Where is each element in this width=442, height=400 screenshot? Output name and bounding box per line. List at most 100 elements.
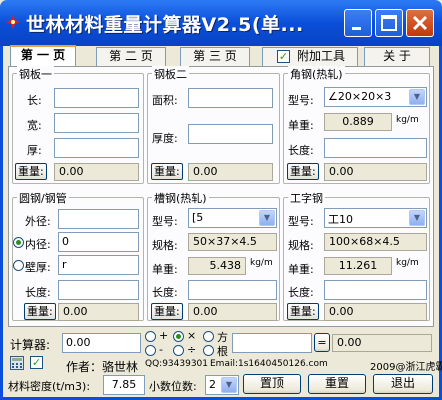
op-minus-radio[interactable]: [145, 345, 156, 356]
op-square-radio[interactable]: [203, 331, 214, 342]
unit-weight-label: 单重:: [288, 119, 314, 132]
thick-label: 厚度:: [152, 132, 178, 145]
length-label: 长度:: [152, 286, 178, 299]
chevron-down-icon[interactable]: ▼: [409, 210, 425, 226]
inner-diameter-label: 内径:: [25, 238, 51, 251]
unit-weight-label: 单重:: [288, 263, 314, 276]
wall-thickness-radio[interactable]: [13, 260, 24, 271]
calculator-result: 0.00: [332, 334, 432, 352]
plate1-width-input[interactable]: [54, 113, 139, 133]
op-multiply-label: ×: [187, 329, 197, 342]
decimals-value: 2: [209, 378, 216, 391]
length-label: 长度:: [288, 144, 314, 157]
channel-model-select[interactable]: [5 ▼: [188, 208, 277, 228]
tab-page-2[interactable]: 第 二 页: [96, 47, 166, 66]
app-logo-icon: [6, 15, 20, 29]
qq-text: QQ:93439301: [145, 359, 209, 369]
group-title: 钢板二: [152, 66, 189, 82]
maximize-icon: [381, 15, 397, 31]
unit-label: kg/m: [250, 258, 273, 268]
about-tab[interactable]: 关 于: [364, 47, 430, 66]
area-label: 面积:: [152, 94, 178, 107]
decimals-select[interactable]: 2 ▼: [205, 375, 239, 395]
operand-input[interactable]: [232, 333, 312, 353]
exit-button[interactable]: 退出: [373, 374, 433, 394]
density-label: 材料密度(t/m3):: [8, 380, 91, 393]
round-weight-value: 0.00: [58, 303, 139, 321]
wall-thickness-input[interactable]: r: [58, 255, 139, 275]
op-minus-label: -: [159, 343, 163, 356]
extra-tools-label: 附加工具: [297, 49, 346, 63]
author-text: 作者：骆世林: [66, 360, 139, 374]
thick-label: 厚:: [27, 144, 42, 157]
plate2-thick-input[interactable]: [188, 124, 273, 144]
wall-thickness-label: 壁厚:: [25, 261, 51, 274]
round-weight-button[interactable]: 重量:: [24, 303, 56, 320]
plate1-length-input[interactable]: [54, 88, 139, 108]
extra-tools-tab[interactable]: ✓ 附加工具: [262, 47, 358, 66]
minimize-icon: [352, 27, 361, 30]
op-root-radio[interactable]: [203, 345, 214, 356]
model-label: 型号:: [288, 94, 314, 107]
angle-model-select[interactable]: ∠20×20×3 ▼: [324, 87, 427, 107]
calculator-label: 计算器:: [10, 338, 51, 352]
channel-weight-button[interactable]: 重量:: [151, 303, 183, 320]
inner-diameter-input[interactable]: 0: [58, 232, 139, 252]
extra-tools-checkbox[interactable]: ✓: [277, 50, 290, 63]
maximize-button[interactable]: [375, 9, 403, 37]
group-title: 角钢(热轧): [288, 66, 345, 82]
i-beam-spec-value: 100×68×4.5: [324, 233, 427, 251]
copyright-text: 2009@浙江虎霸: [370, 362, 442, 373]
chevron-down-icon[interactable]: ▼: [221, 377, 237, 393]
minimize-button[interactable]: [344, 9, 372, 37]
options-checkbox[interactable]: ✓: [30, 356, 43, 369]
outer-diameter-input[interactable]: [58, 209, 139, 229]
reset-button[interactable]: 重置: [308, 374, 366, 394]
density-input[interactable]: 7.85: [103, 375, 145, 395]
group-title: 钢板一: [17, 66, 54, 82]
unit-label: kg/m: [396, 115, 419, 125]
i-beam-weight-button[interactable]: 重量:: [287, 303, 319, 320]
plate1-weight-button[interactable]: 重量:: [15, 163, 47, 180]
close-icon: [412, 15, 428, 31]
topmost-button[interactable]: 置顶: [243, 374, 301, 394]
angle-model-value: ∠20×20×3: [328, 90, 392, 103]
calculator-input[interactable]: 0.00: [62, 333, 141, 353]
inner-diameter-radio[interactable]: [13, 237, 24, 248]
angle-weight-value: 0.00: [324, 163, 427, 181]
group-title: 槽钢(热轧): [152, 190, 209, 206]
width-label: 宽:: [27, 119, 42, 132]
round-length-input[interactable]: [58, 280, 139, 300]
i-beam-model-select[interactable]: 工10 ▼: [324, 208, 427, 228]
equals-button[interactable]: =: [314, 333, 330, 352]
length-label: 长度:: [25, 286, 51, 299]
i-beam-length-input[interactable]: [324, 280, 427, 300]
angle-length-input[interactable]: [324, 138, 427, 158]
calculator-icon[interactable]: [10, 356, 24, 373]
channel-weight-value: 0.00: [188, 303, 277, 321]
angle-weight-button[interactable]: 重量:: [287, 163, 319, 180]
plate2-weight-value: 0.00: [188, 163, 273, 181]
chevron-down-icon[interactable]: ▼: [259, 210, 275, 226]
plate1-weight-value: 0.00: [54, 163, 139, 181]
plate2-weight-button[interactable]: 重量:: [151, 163, 183, 180]
op-divide-radio[interactable]: [173, 345, 184, 356]
channel-unit-weight-value: 5.438: [188, 257, 246, 275]
tab-page-1[interactable]: 第 一 页: [10, 45, 76, 66]
group-title: 工字钢: [288, 190, 325, 206]
plate1-thick-input[interactable]: [54, 138, 139, 158]
channel-spec-value: 50×37×4.5: [188, 233, 277, 251]
chevron-down-icon[interactable]: ▼: [409, 89, 425, 105]
group-title: 圆钢/钢管: [17, 190, 69, 206]
spec-label: 规格:: [288, 239, 314, 252]
plate2-area-input[interactable]: [188, 88, 273, 108]
email-text: Email:1s1640450126.com: [210, 359, 328, 369]
op-plus-label: +: [159, 329, 169, 342]
tab-page-3[interactable]: 第 三 页: [180, 47, 250, 66]
op-multiply-radio[interactable]: [173, 331, 184, 342]
op-plus-radio[interactable]: [145, 331, 156, 342]
channel-length-input[interactable]: [188, 280, 277, 300]
unit-label: kg/m: [396, 258, 419, 268]
close-button[interactable]: [406, 9, 434, 37]
i-beam-weight-value: 0.00: [324, 303, 427, 321]
